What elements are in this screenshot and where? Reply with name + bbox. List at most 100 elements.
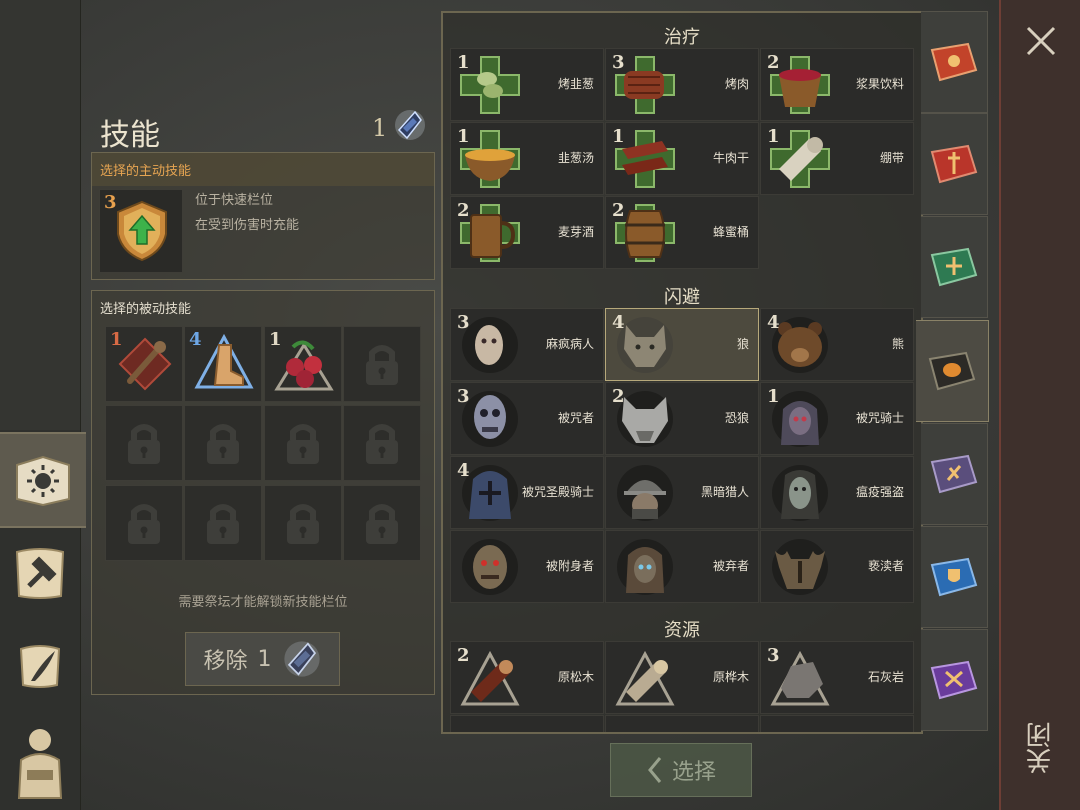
list-item-jerky[interactable]: 1 牛肉干: [605, 122, 759, 195]
item-name: 熊: [891, 337, 904, 351]
item-level: 1: [767, 386, 780, 407]
padlock-icon: [128, 504, 160, 544]
list-item-cursed-templar[interactable]: 4 被咒圣殿骑士: [450, 456, 604, 529]
list-item-leper[interactable]: 3 麻疯病人: [450, 308, 604, 381]
tab-quests[interactable]: [0, 620, 80, 712]
list-item-pine-log[interactable]: 2 原松木: [450, 641, 604, 714]
berries-skill-icon: [274, 340, 334, 391]
book-tab-7[interactable]: [921, 629, 988, 731]
close-bar[interactable]: [999, 0, 1080, 810]
close-label[interactable]: 关闭: [1022, 722, 1058, 774]
sun-book-icon: [930, 42, 978, 82]
select-button[interactable]: 选择: [610, 743, 752, 797]
list-item-plague-bandit[interactable]: 瘟疫强盗: [760, 456, 914, 529]
list-item-defiler[interactable]: 亵渎者: [760, 530, 914, 603]
item-level: 3: [612, 52, 625, 73]
section-title-evasion: 闪避: [664, 287, 700, 308]
skills-title: 技能: [100, 118, 160, 153]
dark-hunter-icon: [617, 465, 673, 521]
list-item-cursed[interactable]: 3 被咒者: [450, 382, 604, 455]
remove-button[interactable]: 移除 1: [185, 632, 340, 686]
skill-shard-count: 1: [372, 114, 388, 142]
remove-cost: 1: [257, 646, 272, 672]
passive-skill-slot-2[interactable]: 4: [184, 326, 262, 402]
item-name: 韭葱汤: [557, 151, 594, 165]
item-level: 1: [457, 126, 470, 147]
list-item-ale[interactable]: 2 麦芽酒: [450, 196, 604, 269]
item-name: 麻疯病人: [545, 337, 594, 351]
book-tab-2[interactable]: [921, 113, 988, 215]
remove-button-label: 移除: [203, 649, 248, 674]
passive-skill-slot-1[interactable]: 1: [105, 326, 183, 402]
list-item-dire-wolf[interactable]: 2 恐狼: [605, 382, 759, 455]
book-tab-6[interactable]: [921, 526, 988, 628]
padlock-icon: [366, 424, 398, 464]
list-item-berry-drink[interactable]: 2 浆果饮料: [760, 48, 914, 121]
skill-shard-icon: [283, 641, 320, 677]
item-level: 3: [457, 386, 470, 407]
list-item-roasted-meat[interactable]: 3 烤肉: [605, 48, 759, 121]
item-level: 2: [612, 200, 625, 221]
passive-skill-slot-locked: [343, 405, 421, 481]
defiler-icon: [772, 539, 828, 595]
book-tab-1[interactable]: [921, 11, 988, 113]
list-item-forsaken[interactable]: 被弃者: [605, 530, 759, 603]
dagger-book-icon: [930, 454, 978, 494]
passive-skill-slot-locked: [105, 485, 183, 561]
item-name: 被弃者: [712, 559, 749, 573]
list-item-partial[interactable]: [605, 715, 759, 732]
skill-list-panel[interactable]: 治疗 1 烤韭葱 3 烤肉 2 浆果饮料 1 韭葱汤 1 牛肉干 1 绷带 2 …: [441, 11, 923, 734]
active-skill-header: 选择的主动技能: [92, 153, 434, 186]
list-item-dark-hunter[interactable]: 黑暗猎人: [605, 456, 759, 529]
list-item-roasted-leek[interactable]: 1 烤韭葱: [450, 48, 604, 121]
passive-skill-slot-locked: [343, 326, 421, 402]
section-title-healing: 治疗: [664, 27, 700, 48]
item-name: 原桦木: [712, 670, 749, 684]
item-name: 黑暗猎人: [700, 485, 749, 499]
item-name: 牛肉干: [712, 151, 749, 165]
padlock-icon: [366, 345, 398, 385]
item-name: 烤韭葱: [557, 77, 594, 91]
item-name: 狼: [736, 337, 749, 351]
tab-skills[interactable]: [0, 432, 86, 528]
sun-tome-icon: [16, 455, 70, 507]
tab-crafting[interactable]: [0, 527, 80, 619]
item-level: 3: [457, 312, 470, 333]
item-level: 1: [612, 126, 625, 147]
item-level: 4: [457, 460, 470, 481]
list-item-wolf-selected[interactable]: 4 狼: [605, 308, 759, 381]
list-item-cursed-knight[interactable]: 1 被咒骑士: [760, 382, 914, 455]
list-item-bandage[interactable]: 1 绷带: [760, 122, 914, 195]
shield-arrow-skill-icon: [117, 200, 167, 262]
list-item-honey-barrel[interactable]: 2 蜂蜜桶: [605, 196, 759, 269]
active-skill-desc-line1: 位于快速栏位: [195, 193, 274, 208]
list-item-birch-log[interactable]: 原桦木: [605, 641, 759, 714]
list-item-leek-soup[interactable]: 1 韭葱汤: [450, 122, 604, 195]
passive-skill-slot-3[interactable]: 1: [264, 326, 342, 402]
padlock-icon: [207, 504, 239, 544]
list-item-possessed[interactable]: 被附身者: [450, 530, 604, 603]
active-skill-slot[interactable]: 3: [99, 189, 183, 273]
character-backpack-icon: [17, 729, 63, 799]
item-name: 被咒骑士: [855, 411, 904, 425]
item-level: 1: [767, 126, 780, 147]
mask-book-icon: [928, 351, 976, 391]
quill-scroll-icon: [19, 645, 61, 688]
active-skill-description: 位于快速栏位 在受到伤害时充能: [195, 188, 299, 238]
item-name: 麦芽酒: [557, 225, 594, 239]
item-name: 浆果饮料: [855, 77, 904, 91]
book-tab-3[interactable]: [921, 216, 988, 318]
list-item-limestone[interactable]: 3 石灰岩: [760, 641, 914, 714]
list-item-partial[interactable]: [450, 715, 604, 732]
book-tab-4[interactable]: [916, 320, 989, 422]
book-tab-5[interactable]: [921, 423, 988, 525]
forsaken-icon: [617, 539, 673, 595]
tab-character[interactable]: [0, 714, 80, 806]
item-level: 2: [457, 645, 470, 666]
passive-skill-slot-locked: [264, 485, 342, 561]
list-item-partial[interactable]: [760, 715, 914, 732]
item-name: 亵渎者: [867, 559, 904, 573]
close-icon[interactable]: [1024, 24, 1058, 58]
item-name: 原松木: [557, 670, 594, 684]
list-item-bear[interactable]: 4 熊: [760, 308, 914, 381]
